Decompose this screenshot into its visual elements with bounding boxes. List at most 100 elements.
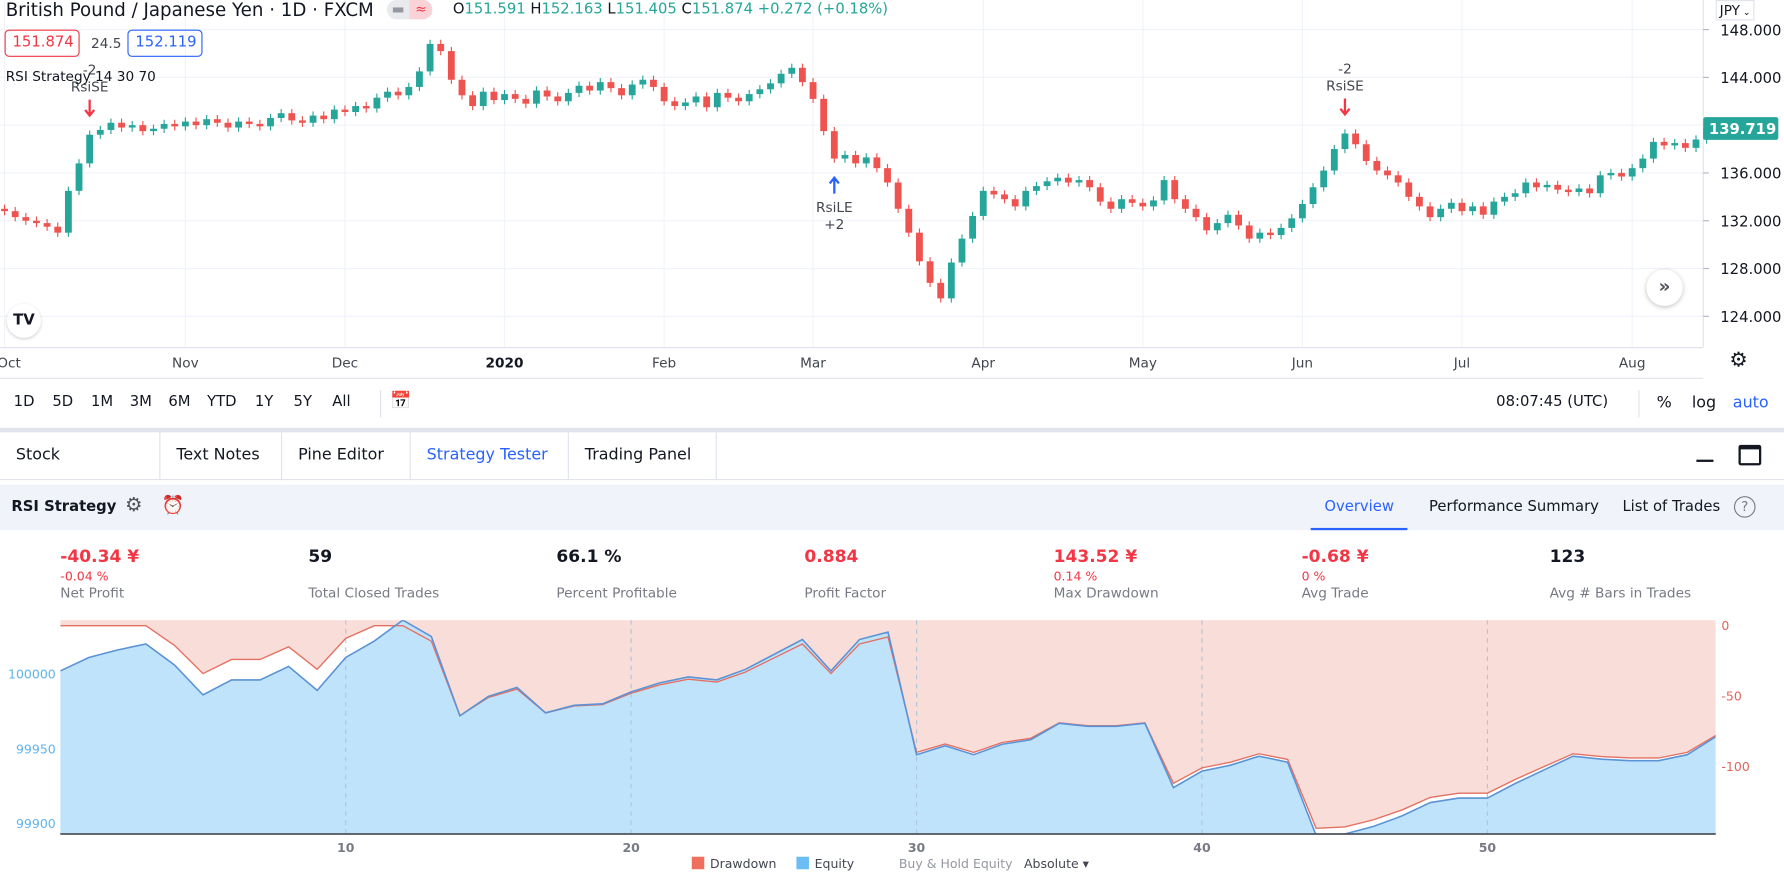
candle-body	[1203, 217, 1211, 231]
candle-body	[75, 163, 83, 191]
legend-drawdown[interactable]: Drawdown	[691, 856, 776, 872]
candle	[1362, 140, 1370, 166]
candle	[384, 87, 391, 102]
symbol-title[interactable]: British Pound / Japanese Yen · 1D · FXCM	[6, 0, 374, 20]
candle-body	[1533, 182, 1540, 188]
candle	[1533, 178, 1540, 192]
candle	[916, 228, 923, 266]
candle-body	[437, 43, 445, 52]
market-closed-icon[interactable]: ≈	[409, 0, 433, 20]
range-3m[interactable]: 3M	[130, 394, 152, 411]
percent-toggle[interactable]: %	[1657, 394, 1672, 412]
buy-button[interactable]: 152.119	[127, 29, 203, 57]
candle	[884, 163, 891, 187]
mode-dropdown[interactable]: Absolute ▾	[1024, 857, 1089, 872]
candle-body	[820, 98, 828, 132]
drawdown-tick-label: -100	[1721, 759, 1749, 774]
candle	[171, 119, 179, 131]
range-5y[interactable]: 5Y	[294, 394, 312, 411]
signal-qty: +2	[824, 217, 844, 233]
currency-dropdown[interactable]: JPY ⌄	[1715, 0, 1755, 21]
go-to-date-icon[interactable]: 📅	[390, 390, 411, 410]
tab-pine-editor[interactable]: Pine Editor	[282, 432, 411, 481]
candle	[341, 105, 349, 117]
candle-body	[384, 91, 391, 98]
tab-text-notes[interactable]: Text Notes	[160, 432, 283, 481]
range-6m[interactable]: 6M	[168, 394, 190, 411]
auto-toggle[interactable]: auto	[1733, 394, 1769, 412]
candle-body	[256, 123, 264, 127]
candle	[1543, 180, 1551, 192]
candle-body	[277, 113, 285, 118]
candle-body	[724, 92, 732, 98]
candle	[1298, 199, 1306, 223]
candle	[1490, 197, 1498, 219]
strategy-name[interactable]: RSI Strategy	[11, 498, 116, 515]
sell-button[interactable]: 151.874	[4, 29, 80, 57]
plot-area	[60, 620, 1716, 834]
range-5d[interactable]: 5D	[52, 394, 73, 411]
candle-body	[107, 122, 115, 130]
candle	[416, 67, 423, 92]
range-all[interactable]: All	[332, 394, 350, 411]
tradingview-logo[interactable]: TV	[6, 303, 41, 338]
candle-body	[1192, 208, 1200, 218]
legend-equity[interactable]: Equity	[796, 856, 854, 872]
tab-trading-panel[interactable]: Trading Panel	[569, 432, 717, 481]
candle	[1373, 156, 1381, 175]
clock[interactable]: 08:07:45 (UTC)	[1496, 394, 1608, 411]
range-1y[interactable]: 1Y	[255, 394, 273, 411]
help-icon[interactable]: ?	[1733, 496, 1756, 518]
tab-strategy-tester[interactable]: Strategy Tester	[411, 432, 569, 481]
tab-overview[interactable]: Overview	[1310, 485, 1408, 531]
minimize-icon[interactable]	[1696, 459, 1714, 462]
candle	[586, 81, 594, 95]
candle-body	[628, 84, 636, 96]
strategy-legend[interactable]: RSI Strategy 14 30 70	[6, 68, 156, 84]
candle-body	[1362, 144, 1370, 161]
log-toggle[interactable]: log	[1692, 394, 1716, 412]
candle	[979, 186, 987, 221]
equity-chart[interactable]: 10 20 30 40 50 100000 99950 99900 0 -50 -100	[0, 614, 1784, 853]
price-chart[interactable]: 148.000 144.000 136.000 132.000 128.000 124.0…	[0, 0, 1784, 348]
candle	[1405, 178, 1413, 202]
candle	[1384, 166, 1391, 180]
legend-buy-hold[interactable]: Buy & Hold Equity	[899, 857, 1013, 872]
range-1d[interactable]: 1D	[14, 394, 35, 411]
spread-value: 24.5	[91, 35, 122, 52]
settings-gear-icon[interactable]: ⚙	[1729, 348, 1747, 372]
scroll-to-realtime-button[interactable]: »	[1646, 269, 1683, 307]
candle	[1235, 210, 1242, 230]
candle-body	[947, 262, 955, 299]
tab-stock-screener[interactable]: Stock Screener⌄	[0, 432, 161, 510]
candle	[107, 118, 115, 135]
candle	[1256, 228, 1264, 243]
settings-gear-icon[interactable]: ⚙	[125, 494, 142, 517]
candle-body	[479, 91, 487, 107]
range-1m[interactable]: 1M	[91, 394, 113, 411]
metric-max-drawdown: 143.52 ¥0.14 % Max Drawdown	[1054, 546, 1159, 601]
minus-icon[interactable]: ▬	[387, 0, 410, 19]
candle	[426, 39, 434, 76]
candle	[447, 46, 455, 84]
ohlc-readout: O151.591 H152.163 L151.405 C151.874 +0.2…	[452, 1, 889, 19]
metric-label: Percent Profitable	[556, 584, 677, 601]
price-tick-label: 148.000	[1720, 22, 1781, 39]
candle-body	[894, 182, 902, 209]
candle-body	[1107, 201, 1115, 209]
time-axis[interactable]: Oct Nov Dec 2020 Feb Mar Apr May Jun Jul Aug	[0, 347, 1704, 379]
candle-body	[1458, 202, 1466, 212]
candle	[905, 204, 913, 237]
candle	[1681, 138, 1689, 153]
candle-body	[1681, 143, 1689, 148]
tab-performance-summary[interactable]: Performance Summary	[1415, 485, 1612, 531]
range-ytd[interactable]: YTD	[207, 394, 236, 411]
candle-body	[405, 86, 413, 96]
candle	[1458, 198, 1466, 216]
status-pill[interactable]: ▬ ≈	[386, 0, 433, 20]
alarm-clock-icon[interactable]: ⏰	[162, 494, 185, 516]
candle	[1596, 171, 1604, 198]
tab-list-of-trades[interactable]: List of Trades	[1609, 485, 1734, 531]
maximize-icon[interactable]	[1738, 444, 1762, 466]
candle	[990, 186, 998, 199]
